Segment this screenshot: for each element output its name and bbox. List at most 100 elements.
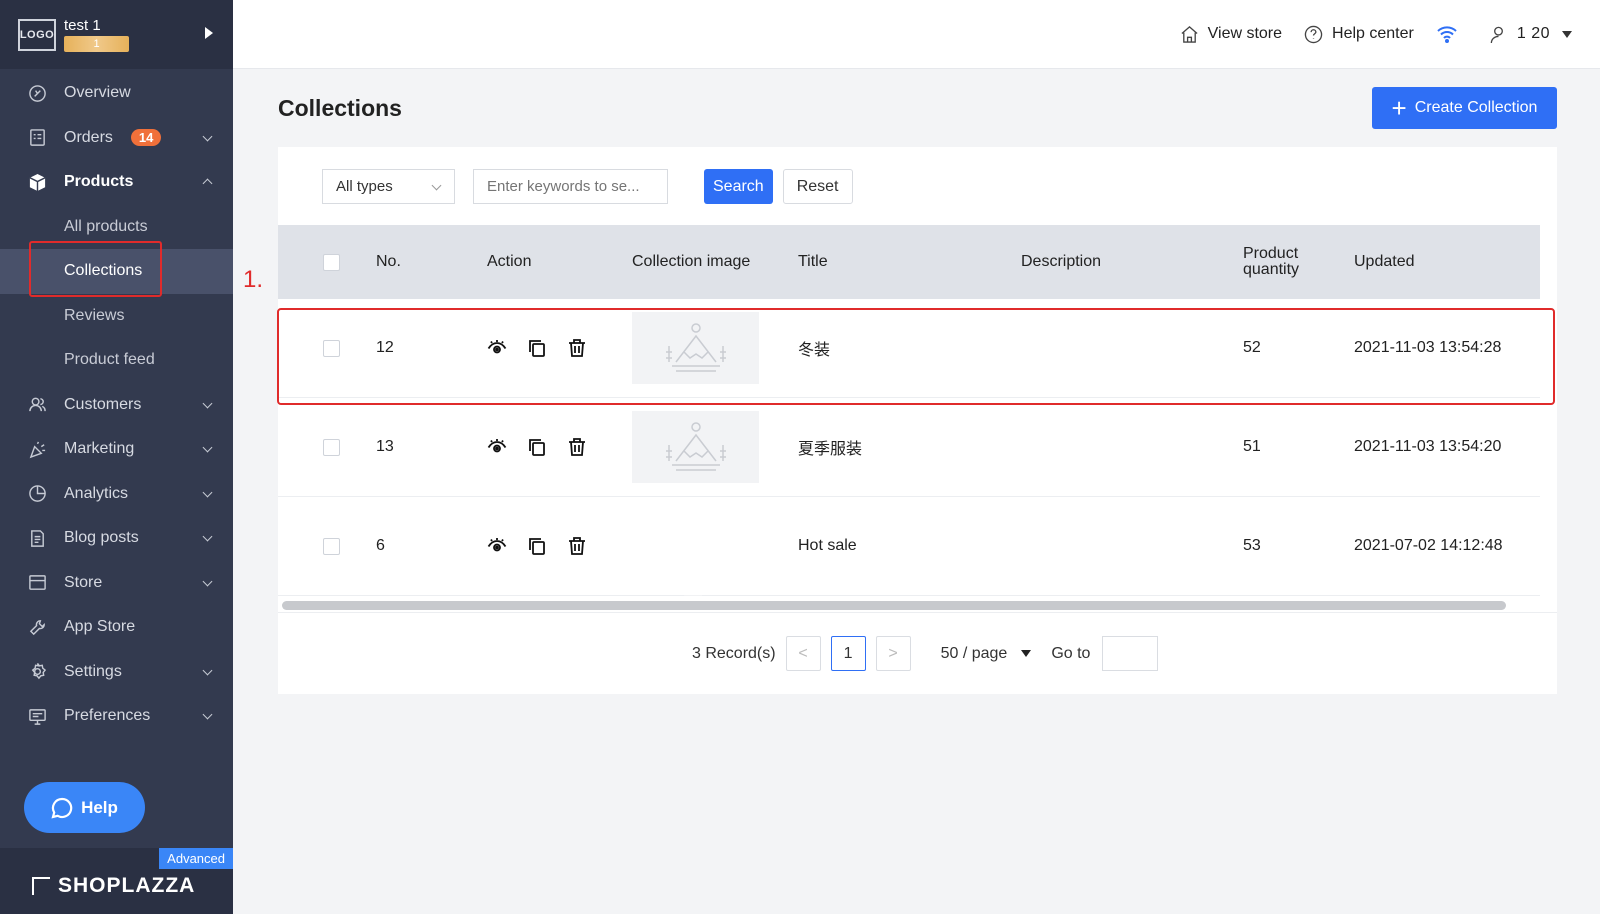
- brand-logo: SHOPLAZZA: [32, 874, 195, 898]
- row-highlight: [277, 308, 1555, 405]
- chat-bubble-icon: [51, 797, 73, 819]
- chevron-down-icon: [202, 398, 213, 408]
- store-name: test 1: [64, 17, 101, 34]
- chevron-up-icon: [202, 178, 213, 189]
- step-annotation: 1.: [243, 266, 264, 293]
- select-all-checkbox[interactable]: [323, 253, 340, 271]
- view-store-link[interactable]: View store: [1180, 25, 1282, 44]
- collection-image: [632, 411, 759, 483]
- nav-item-settings[interactable]: Settings: [0, 650, 233, 695]
- nav-label: Customers: [64, 395, 142, 413]
- wifi-icon: [1437, 26, 1457, 43]
- goto-input[interactable]: [1102, 636, 1159, 671]
- store-tag: 1: [64, 36, 129, 52]
- nav-item-orders[interactable]: Orders 14: [0, 116, 233, 161]
- type-select[interactable]: All types: [322, 169, 455, 204]
- nav-label: Products: [64, 173, 134, 191]
- sidebar-footer: Advanced SHOPLAZZA: [0, 848, 233, 914]
- nav-item-overview[interactable]: Overview: [0, 71, 233, 116]
- nav-label: App Store: [64, 618, 136, 636]
- preferences-icon: [27, 706, 47, 726]
- eye-icon[interactable]: [487, 437, 507, 457]
- row-no: 6: [376, 537, 385, 554]
- store-switcher[interactable]: LOGO test 1 1: [0, 0, 233, 69]
- filter-bar: All types Search Reset: [322, 169, 853, 204]
- search-input[interactable]: [473, 169, 668, 204]
- nav-label: Overview: [64, 84, 131, 102]
- sidebar: LOGO test 1 1 Overview Orders 14 Product…: [0, 0, 233, 914]
- prev-page-button[interactable]: <: [785, 636, 821, 671]
- type-select-value: All types: [336, 178, 393, 195]
- connection-status[interactable]: [1436, 25, 1467, 43]
- table-row[interactable]: 6 Hot sale 53 2021-07-02 14:12:48: [278, 497, 1540, 618]
- row-no: 13: [376, 438, 394, 455]
- header-description: Description: [1021, 253, 1102, 270]
- copy-icon[interactable]: [527, 437, 547, 457]
- user-icon: [1490, 26, 1503, 43]
- app-store-icon: [27, 617, 47, 637]
- header-quantity-line2: quantity: [1243, 261, 1300, 278]
- plus-icon: +: [1391, 93, 1407, 123]
- row-checkbox[interactable]: [323, 537, 340, 555]
- sub-item-product-feed[interactable]: Product feed: [0, 338, 233, 383]
- store-logo: LOGO: [18, 18, 56, 51]
- chevron-down-icon: [202, 576, 213, 586]
- sub-item-reviews[interactable]: Reviews: [0, 294, 233, 339]
- expand-arrow-icon[interactable]: [205, 27, 213, 39]
- chevron-down-icon: [202, 131, 213, 141]
- products-icon: [27, 172, 47, 192]
- nav-label: Blog posts: [64, 529, 139, 547]
- brand-name: SHOPLAZZA: [58, 874, 196, 897]
- next-page-button[interactable]: >: [875, 636, 911, 671]
- table-row[interactable]: 13 夏季服装 51 2021-11-03 13:54:20: [278, 398, 1540, 497]
- nav-item-blog-posts[interactable]: Blog posts: [0, 516, 233, 561]
- nav-item-preferences[interactable]: Preferences: [0, 694, 233, 739]
- chevron-down-icon: [202, 665, 213, 675]
- nav-item-store[interactable]: Store: [0, 561, 233, 606]
- nav-label: Preferences: [64, 707, 151, 725]
- home-icon: [1181, 25, 1198, 43]
- search-button[interactable]: Search: [704, 169, 773, 204]
- nav-label: Analytics: [64, 484, 129, 502]
- nav-item-app-store[interactable]: App Store: [0, 605, 233, 650]
- caret-down-icon: [1562, 30, 1572, 38]
- nav-label: Orders: [64, 128, 113, 146]
- header-image: Collection image: [632, 253, 751, 270]
- nav-item-products[interactable]: Products: [0, 160, 233, 205]
- shoplazza-mark-icon: [32, 877, 50, 895]
- help-center-link[interactable]: Help center: [1304, 25, 1414, 44]
- header-quantity-line1: Product: [1243, 245, 1299, 262]
- page-size-value: 50 / page: [940, 644, 1008, 662]
- user-menu[interactable]: 1 20: [1489, 25, 1572, 44]
- copy-icon[interactable]: [527, 536, 547, 556]
- main-nav: Overview Orders 14 Products All products…: [0, 71, 233, 739]
- page-number-button[interactable]: 1: [830, 636, 866, 671]
- eye-icon[interactable]: [487, 536, 507, 556]
- row-title[interactable]: Hot sale: [798, 537, 857, 555]
- row-title[interactable]: 夏季服装: [798, 435, 862, 459]
- nav-item-customers[interactable]: Customers: [0, 383, 233, 428]
- create-collection-button[interactable]: + Create Collection: [1372, 87, 1557, 129]
- header-updated: Updated: [1354, 253, 1415, 270]
- help-label: Help: [81, 797, 118, 817]
- page-title: Collections: [278, 95, 402, 121]
- row-updated: 2021-07-02 14:12:48: [1354, 537, 1503, 554]
- trash-icon[interactable]: [567, 437, 587, 457]
- image-placeholder-icon: [632, 411, 759, 483]
- reset-button[interactable]: Reset: [782, 169, 853, 204]
- orders-icon: [27, 128, 47, 148]
- page-size-select[interactable]: 50 / page: [941, 645, 1032, 663]
- record-count: 3 Record(s): [692, 644, 776, 662]
- pagination: 3 Record(s) < 1 > 50 / page Go to: [692, 636, 1159, 671]
- row-actions: [487, 437, 607, 457]
- trash-icon[interactable]: [567, 536, 587, 556]
- nav-item-analytics[interactable]: Analytics: [0, 472, 233, 517]
- row-checkbox[interactable]: [323, 438, 340, 456]
- row-updated: 2021-11-03 13:54:20: [1354, 438, 1502, 455]
- help-button[interactable]: Help: [24, 782, 145, 833]
- plan-badge: Advanced: [159, 848, 233, 869]
- header-action: Action: [487, 253, 532, 270]
- nav-item-marketing[interactable]: Marketing: [0, 427, 233, 472]
- row-actions: [487, 536, 607, 556]
- horizontal-scrollbar[interactable]: [282, 601, 1506, 610]
